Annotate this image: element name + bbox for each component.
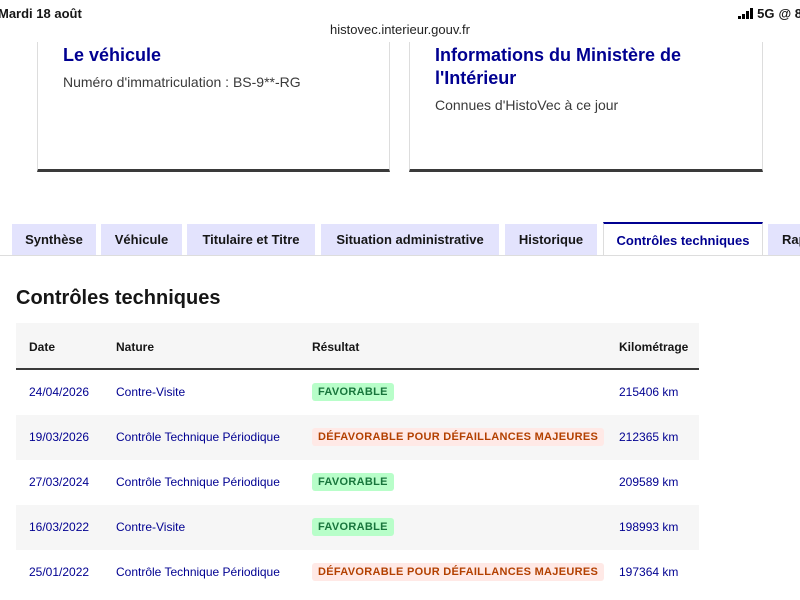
status-bar: Mardi 18 août 5G @ 8 xyxy=(0,0,800,24)
header-result: Résultat xyxy=(312,340,360,354)
row-date: 19/03/2026 xyxy=(29,430,90,444)
table-row: 27/03/2024 Contrôle Technique Périodique… xyxy=(16,460,699,505)
signal-icon xyxy=(738,8,754,19)
status-indicators: 5G @ 8 xyxy=(738,6,800,21)
controls-table: Date Nature Résultat Kilométrage 24/04/2… xyxy=(16,323,699,595)
row-km: 212365 km xyxy=(619,430,679,444)
table-row: 24/04/2026 Contre-Visite FAVORABLE 21540… xyxy=(16,370,699,415)
row-km: 197364 km xyxy=(619,565,679,579)
tab-controles-techniques[interactable]: Contrôles techniques xyxy=(603,222,763,256)
result-badge: FAVORABLE xyxy=(312,473,394,491)
ministry-card-title[interactable]: Informations du Ministère de l'Intérieur xyxy=(435,44,735,90)
tab-rapport[interactable]: Rap xyxy=(768,224,800,255)
row-date: 27/03/2024 xyxy=(29,475,90,489)
row-nature: Contre-Visite xyxy=(116,520,186,534)
tab-synthese[interactable]: Synthèse xyxy=(12,224,96,255)
tab-vehicule[interactable]: Véhicule xyxy=(101,224,182,255)
header-nature: Nature xyxy=(116,340,155,354)
address-bar[interactable]: histovec.interieur.gouv.fr xyxy=(0,22,800,37)
vehicle-card-description: Numéro d'immatriculation : BS-9**-RG xyxy=(63,74,301,90)
tab-bar: Synthèse Véhicule Titulaire et Titre Sit… xyxy=(0,222,800,256)
table-header: Date Nature Résultat Kilométrage xyxy=(16,323,699,370)
header-date: Date xyxy=(29,340,56,354)
result-badge: DÉFAVORABLE POUR DÉFAILLANCES MAJEURES xyxy=(312,428,605,446)
section-title: Contrôles techniques xyxy=(16,287,221,309)
row-date: 25/01/2022 xyxy=(29,565,90,579)
row-km: 209589 km xyxy=(619,475,679,489)
row-nature: Contrôle Technique Périodique xyxy=(116,565,280,579)
table-row: 16/03/2022 Contre-Visite FAVORABLE 19899… xyxy=(16,505,699,550)
row-date: 24/04/2026 xyxy=(29,385,90,399)
network-label: 5G xyxy=(757,6,775,21)
ministry-card: Informations du Ministère de l'Intérieur… xyxy=(409,42,763,172)
row-nature: Contrôle Technique Périodique xyxy=(116,475,280,489)
row-km: 215406 km xyxy=(619,385,679,399)
row-nature: Contre-Visite xyxy=(116,385,186,399)
header-km: Kilométrage xyxy=(619,340,689,354)
result-badge: DÉFAVORABLE POUR DÉFAILLANCES MAJEURES xyxy=(312,563,605,581)
status-extra: @ 8 xyxy=(778,6,800,21)
ministry-card-description: Connues d'HistoVec à ce jour xyxy=(435,97,619,113)
vehicle-card: Le véhicule Numéro d'immatriculation : B… xyxy=(37,42,390,172)
tab-historique[interactable]: Historique xyxy=(505,224,597,255)
table-row: 19/03/2026 Contrôle Technique Périodique… xyxy=(16,415,699,460)
vehicle-card-title[interactable]: Le véhicule xyxy=(63,44,363,67)
result-badge: FAVORABLE xyxy=(312,518,394,536)
table-row: 25/01/2022 Contrôle Technique Périodique… xyxy=(16,550,699,595)
tab-titulaire[interactable]: Titulaire et Titre xyxy=(187,224,315,255)
row-km: 198993 km xyxy=(619,520,679,534)
row-nature: Contrôle Technique Périodique xyxy=(116,430,280,444)
result-badge: FAVORABLE xyxy=(312,383,394,401)
row-date: 16/03/2022 xyxy=(29,520,90,534)
tab-situation-administrative[interactable]: Situation administrative xyxy=(321,224,499,255)
status-time: Mardi 18 août xyxy=(0,6,82,21)
